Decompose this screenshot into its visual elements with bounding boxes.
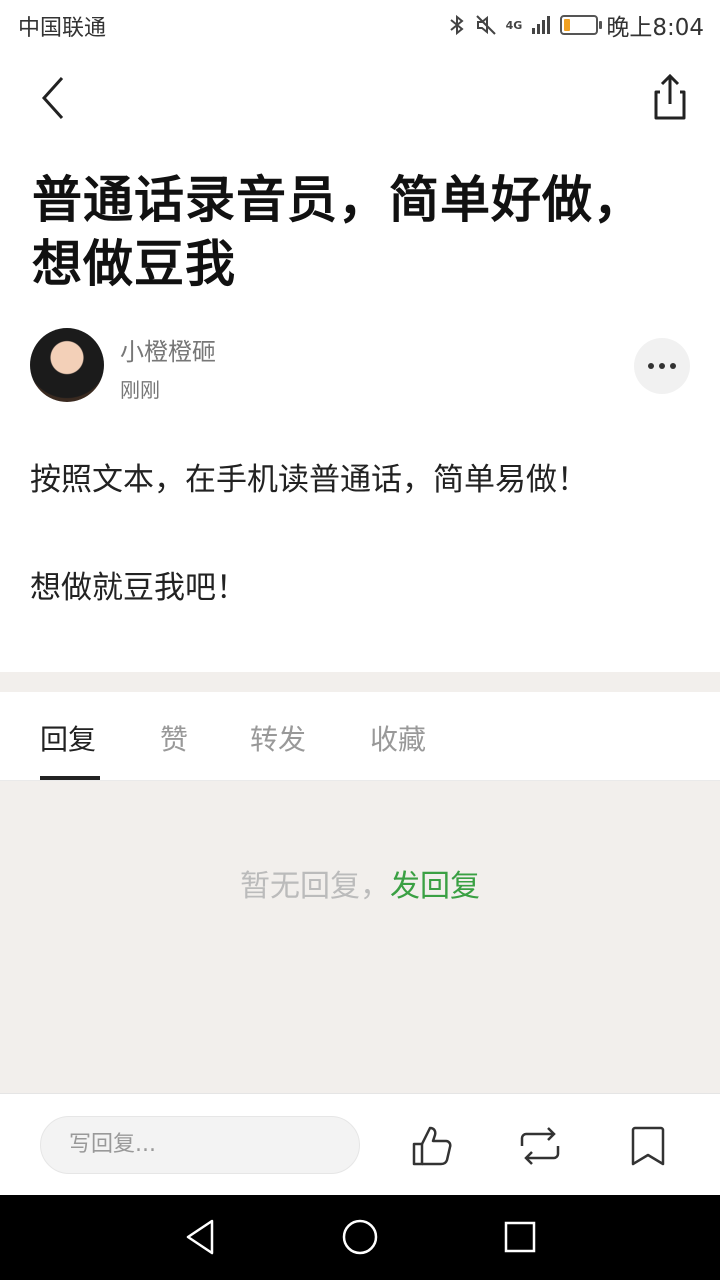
mute-icon xyxy=(475,15,496,35)
share-button[interactable] xyxy=(642,68,698,124)
section-divider xyxy=(0,672,720,692)
like-icon[interactable] xyxy=(408,1122,456,1170)
bookmark-icon[interactable] xyxy=(624,1122,672,1170)
chevron-left-icon xyxy=(41,76,64,120)
author-row: 小橙橙砸 刚刚 xyxy=(30,328,690,402)
empty-replies-message: 暂无回复，发回复 xyxy=(0,861,720,905)
battery-fill xyxy=(564,19,571,31)
nav-home-icon[interactable] xyxy=(340,1217,380,1257)
status-icons: 4G 晚上8:04 xyxy=(448,8,704,42)
more-dot xyxy=(670,363,676,369)
post-paragraph: 想做就豆我吧！ xyxy=(30,570,247,606)
nav-recents-icon[interactable] xyxy=(500,1217,540,1257)
status-time: 晚上8:04 xyxy=(606,15,704,41)
post-title: 普通话录音员，简单好做，想做豆我 xyxy=(32,171,644,293)
battery-icon xyxy=(560,15,603,35)
bluetooth-icon xyxy=(450,14,464,36)
tab-likes[interactable]: 赞 xyxy=(160,718,188,758)
status-bar: 中国联通 4G 晚上8:04 xyxy=(0,0,720,50)
system-nav-bar xyxy=(0,1195,720,1280)
write-reply-link[interactable]: 发回复 xyxy=(390,869,480,904)
avatar[interactable] xyxy=(30,328,104,402)
empty-replies-text: 暂无回复， xyxy=(240,869,390,904)
author-name[interactable]: 小橙橙砸 xyxy=(120,332,216,367)
tab-reposts[interactable]: 转发 xyxy=(250,718,306,758)
more-dot xyxy=(648,363,654,369)
tab-bar: 回复 赞 转发 收藏 xyxy=(0,692,720,781)
more-dot xyxy=(659,363,665,369)
repost-icon[interactable] xyxy=(516,1122,564,1170)
post-content: 按照文本，在手机读普通话，简单易做！ 想做就豆我吧！ xyxy=(30,452,690,668)
share-icon xyxy=(654,73,686,120)
post-time: 刚刚 xyxy=(120,378,160,402)
nav-back-icon[interactable] xyxy=(180,1217,220,1257)
more-options-button[interactable] xyxy=(634,338,690,394)
reply-list-area: 暂无回复，发回复 xyxy=(0,781,720,1093)
bottom-action-bar: 写回复... xyxy=(0,1093,720,1196)
reply-input[interactable]: 写回复... xyxy=(40,1116,360,1174)
signal-icon xyxy=(532,16,551,34)
top-nav xyxy=(0,60,720,140)
post-paragraph: 按照文本，在手机读普通话，简单易做！ xyxy=(30,462,588,498)
back-button[interactable] xyxy=(30,70,78,126)
network-type-label: 4G xyxy=(505,18,523,32)
tab-replies[interactable]: 回复 xyxy=(40,718,96,758)
carrier-label: 中国联通 xyxy=(18,16,107,41)
active-tab-indicator xyxy=(40,776,100,780)
tab-favorites[interactable]: 收藏 xyxy=(370,718,426,758)
